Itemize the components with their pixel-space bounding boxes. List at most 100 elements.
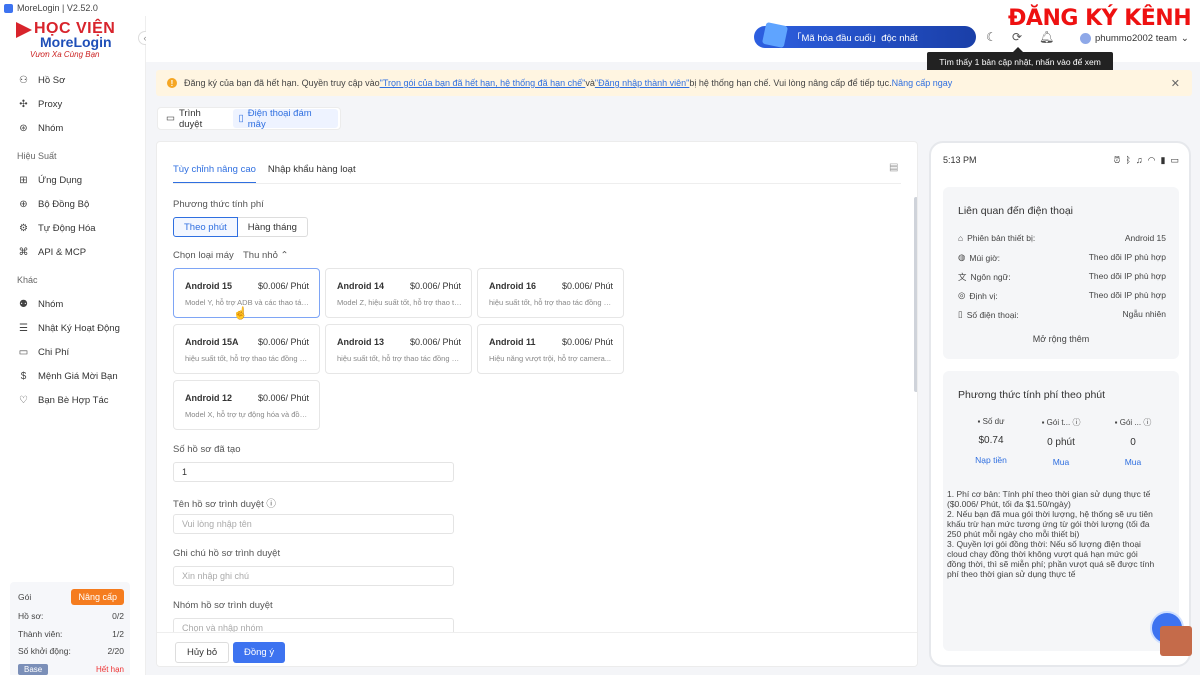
buy-time-link[interactable]: Mua (1031, 457, 1091, 467)
sidebar-item-api[interactable]: ⌘ API & MCP (0, 241, 146, 263)
sidebar-item-referral[interactable]: $ Mệnh Giá Mời Bạn (0, 365, 146, 387)
info-icon[interactable]: ⓘ (1143, 418, 1151, 427)
help-icon[interactable]: ⓘ (266, 499, 276, 510)
sidebar-item-sync[interactable]: ⊕ Bộ Đồng Bộ (0, 193, 146, 215)
document-icon[interactable]: ▤ (889, 162, 898, 173)
location-icon: ◎ (958, 290, 966, 300)
automation-icon: ⚙ (19, 222, 28, 234)
profile-count-input[interactable]: 1 (173, 462, 454, 482)
phone-info-card: Liên quan đến điện thoại ⌂ Phiên bản thiế… (943, 187, 1179, 359)
cancel-button[interactable]: Hủy bỏ (175, 642, 230, 663)
dollar-icon: $ (20, 370, 27, 382)
buy-concurrent-link[interactable]: Mua (1103, 457, 1163, 467)
group-label: Nhóm hồ sơ trình duyệt (173, 600, 273, 611)
apps-icon: ⊞ (19, 174, 28, 186)
members-quota: 1/2 (112, 629, 124, 639)
user-menu[interactable]: phummo2002 team ⌄ (1080, 33, 1189, 44)
alarm-icon: ⏰︎ (1113, 155, 1121, 165)
notice-link-plan[interactable]: "Trọn gói của bạn đã hết hạn, hệ thống đ… (380, 78, 586, 88)
machine-label: Chọn loại máy (173, 250, 234, 261)
expand-more-button[interactable]: Mở rộng thêm (943, 334, 1179, 344)
brand-mark-icon (16, 22, 32, 38)
confirm-button[interactable]: Đồng ý (233, 642, 286, 663)
update-tooltip: Tìm thấy 1 bản cập nhật, nhấn vào để xem (927, 47, 1113, 72)
package-icon: ▪ (1041, 418, 1045, 427)
sidebar-item-partners[interactable]: ♡ Bạn Bè Hợp Tác (0, 389, 146, 411)
sidebar-item-costs[interactable]: ▭ Chi Phí (0, 341, 146, 363)
machine-card-android-16[interactable]: Android 16 $0.006/ Phút hiệu suất tốt, hỗ … (477, 268, 624, 318)
sidebar-item-team[interactable]: ⚉ Nhóm (0, 293, 146, 315)
tab-divider (173, 183, 901, 184)
billing-per-minute[interactable]: Theo phút (173, 217, 238, 237)
brand-logo: HỌC VIỆN MoreLogin Vươn Xa Cùng Bạn (12, 20, 132, 62)
section-performance: Hiệu Suất (17, 151, 57, 161)
wallet-icon: ▪ (977, 417, 981, 426)
battery-icon: ▭ (1170, 155, 1179, 165)
billing-monthly[interactable]: Hàng tháng (237, 217, 308, 237)
collapse-toggle[interactable]: Thu nhỏ ⌃ (243, 250, 288, 261)
profile-icon: ⚇ (19, 74, 28, 86)
globe-icon: ◍ (958, 252, 966, 262)
balance-col: ▪ Số dư $0.74 Nạp tiền (961, 417, 1021, 465)
concurrent-package-col: ▪ Gói ... ⓘ 0 Mua (1103, 417, 1163, 467)
billing-card-title: Phương thức tính phí theo phút (958, 389, 1106, 401)
sidebar-item-activity-log[interactable]: ☰ Nhật Ký Hoạt Động (0, 317, 146, 339)
time-package-col: ▪ Gói t... ⓘ 0 phút Mua (1031, 417, 1091, 467)
plan-badge: Base (18, 664, 49, 675)
plan-expired: Hết hạn (95, 665, 124, 674)
topup-link[interactable]: Nạp tiền (961, 455, 1021, 465)
machine-card-android-15a[interactable]: Android 15A $0.006/ Phút hiệu suất tốt, hỗ… (173, 324, 320, 374)
sidebar-item-apps[interactable]: ⊞ Ứng Dụng (0, 169, 146, 191)
tab-browser[interactable]: ▭ Trình duyệt (160, 108, 233, 130)
upgrade-now-link[interactable]: Nâng cấp ngay (892, 78, 953, 88)
cube-icon (761, 21, 789, 49)
billing-notes: 1. Phí cơ bản: Tính phí theo thời gian s… (947, 489, 1155, 579)
upgrade-button[interactable]: Nâng cấp (71, 589, 124, 605)
note-label: Ghi chú hồ sơ trình duyệt (173, 548, 281, 559)
update-icon[interactable]: ⟳ (1012, 30, 1022, 44)
team-icon: ⚉ (19, 298, 28, 310)
package-icon: ▪ (1114, 418, 1118, 427)
api-icon: ⌘ (18, 246, 29, 258)
machine-card-android-13[interactable]: Android 13 $0.006/ Phút hiệu suất tốt, hỗ … (325, 324, 472, 374)
close-icon[interactable]: ✕ (1171, 77, 1180, 90)
logo-slogan: Vươn Xa Cùng Bạn (30, 50, 100, 59)
profile-type-tabs: ▭ Trình duyệt ▯ Điện thoại đám mây (157, 107, 341, 130)
section-other: Khác (17, 275, 38, 285)
moon-icon[interactable]: ☾ (986, 30, 997, 44)
plan-box: Gói Nâng cấp Hồ sơ: 0/2 Thành viên: 1/2 Số… (10, 582, 130, 675)
profiles-quota: 0/2 (112, 611, 124, 621)
phone-preview: 5:13 PM ⏰︎ ᛒ ♫ ◠ ▮ ▭ Liên quan đến điện thoại… (929, 141, 1191, 667)
promo-banner[interactable]: 「Mã hóa đầu cuối」độc nhất (754, 21, 976, 49)
phone-time: 5:13 PM (943, 155, 977, 165)
channel-watermark: ĐĂNG KÝ KÊNH (1008, 6, 1192, 31)
panel-scrollbar[interactable] (914, 197, 917, 392)
machine-card-android-12[interactable]: Android 12 $0.006/ Phút Model X, hỗ trợ tự… (173, 380, 320, 430)
sidebar-item-proxy[interactable]: ✣ Proxy (0, 93, 146, 115)
window-title: MoreLogin | V2.52.0 (17, 3, 98, 13)
signal-icon: ▮ (1160, 155, 1166, 165)
sound-icon: ♫ (1135, 155, 1143, 165)
notice-link-member[interactable]: "Đăng nhập thành viên" (595, 78, 689, 88)
app-logo-icon (4, 3, 13, 13)
sidebar-item-automation[interactable]: ⚙ Tự Động Hóa (0, 217, 146, 239)
sidebar-item-groups[interactable]: ⊛ Nhóm (0, 117, 146, 139)
phone-status-bar: 5:13 PM ⏰︎ ᛒ ♫ ◠ ▮ ▭ (943, 155, 1179, 166)
mascot-icon (1160, 626, 1192, 656)
tab-advanced[interactable]: Tùy chỉnh nâng cao (173, 164, 256, 184)
machine-card-android-11[interactable]: Android 11 $0.006/ Phút Hiệu năng vượt trộ… (477, 324, 624, 374)
machine-card-android-14[interactable]: Android 14 $0.006/ Phút Model Z, hiệu suất… (325, 268, 472, 318)
bell-icon[interactable]: 🔔︎ (1039, 30, 1054, 44)
warning-icon: ! (167, 78, 177, 88)
form-footer: Hủy bỏ Đồng ý (157, 632, 917, 666)
info-icon[interactable]: ⓘ (1072, 418, 1080, 427)
tab-bulk-import[interactable]: Nhập khẩu hàng loạt (268, 164, 356, 184)
tab-cloud-phone[interactable]: ▯ Điện thoại đám mây (232, 108, 338, 130)
profile-name-input[interactable]: Vui lòng nhập tên (173, 514, 454, 534)
logo-line2: MoreLogin (40, 34, 112, 50)
sidebar-item-profiles[interactable]: ⚇ Hồ Sơ (0, 69, 146, 91)
profile-note-input[interactable]: Xin nhập ghi chú (173, 566, 454, 586)
expired-notice: ! Đăng ký của bạn đã hết hạn. Quyền truy… (156, 70, 1192, 96)
device-icon: ⌂ (958, 233, 964, 243)
cost-icon: ▭ (18, 346, 29, 358)
